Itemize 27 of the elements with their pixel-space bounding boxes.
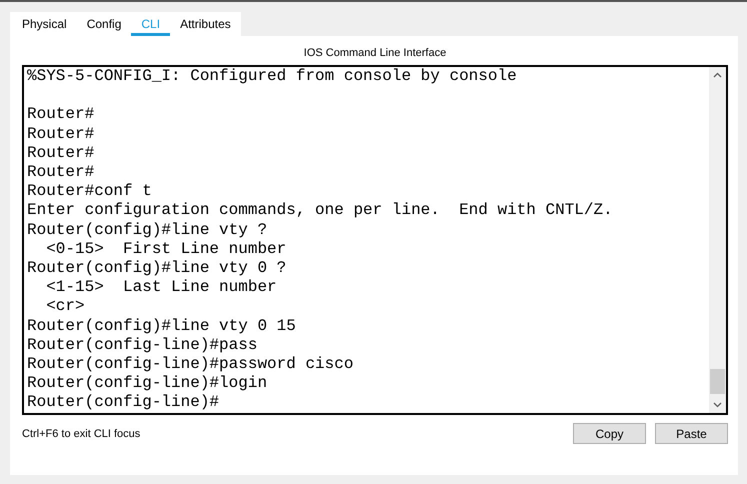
terminal-line: <0-15> First Line number: [45, 240, 288, 260]
terminal-line: <cr>: [45, 297, 86, 317]
action-button[interactable]: Paste: [655, 423, 728, 444]
terminal-line: <1-15> Last Line number: [45, 278, 278, 298]
terminal-line: Router#: [27, 144, 96, 163]
panel-title: IOS Command Line Interface: [302, 46, 448, 61]
tab[interactable]: Attributes: [170, 12, 241, 36]
terminal-line: Router#: [27, 163, 96, 182]
action-button[interactable]: Copy: [573, 423, 646, 444]
terminal-line: Router(config)#line vty ?: [27, 220, 268, 240]
terminal-line: Router#: [27, 105, 96, 125]
terminal-line: Router(config)#line vty 0 ?: [27, 259, 288, 278]
terminal-line: Router(config-line)#pass: [27, 336, 258, 356]
terminal-line: Router#: [27, 124, 96, 144]
terminal-line: Router(config)#line vty 0 15: [27, 316, 297, 336]
scrollbar[interactable]: [709, 67, 726, 413]
tab[interactable]: Config: [76, 12, 132, 36]
terminal-line: Router(config-line)#login: [27, 374, 268, 394]
terminal-output[interactable]: [22, 65, 728, 415]
scrollbar-thumb[interactable]: [710, 369, 725, 394]
terminal-line: Router#conf t: [27, 182, 153, 202]
terminal-line: Router(config-line)#: [27, 393, 220, 413]
terminal-line: %SYS-5-CONFIG_I: Configured from console by console: [27, 67, 518, 86]
terminal-line: Router(config-line)#password cisco: [27, 355, 354, 374]
tab[interactable]: Physical: [12, 12, 77, 36]
focus-hint: Ctrl+F6 to exit CLI focus: [22, 428, 140, 440]
terminal-line: Enter configuration commands, one per line. End with CNTL/Z.: [27, 201, 614, 221]
